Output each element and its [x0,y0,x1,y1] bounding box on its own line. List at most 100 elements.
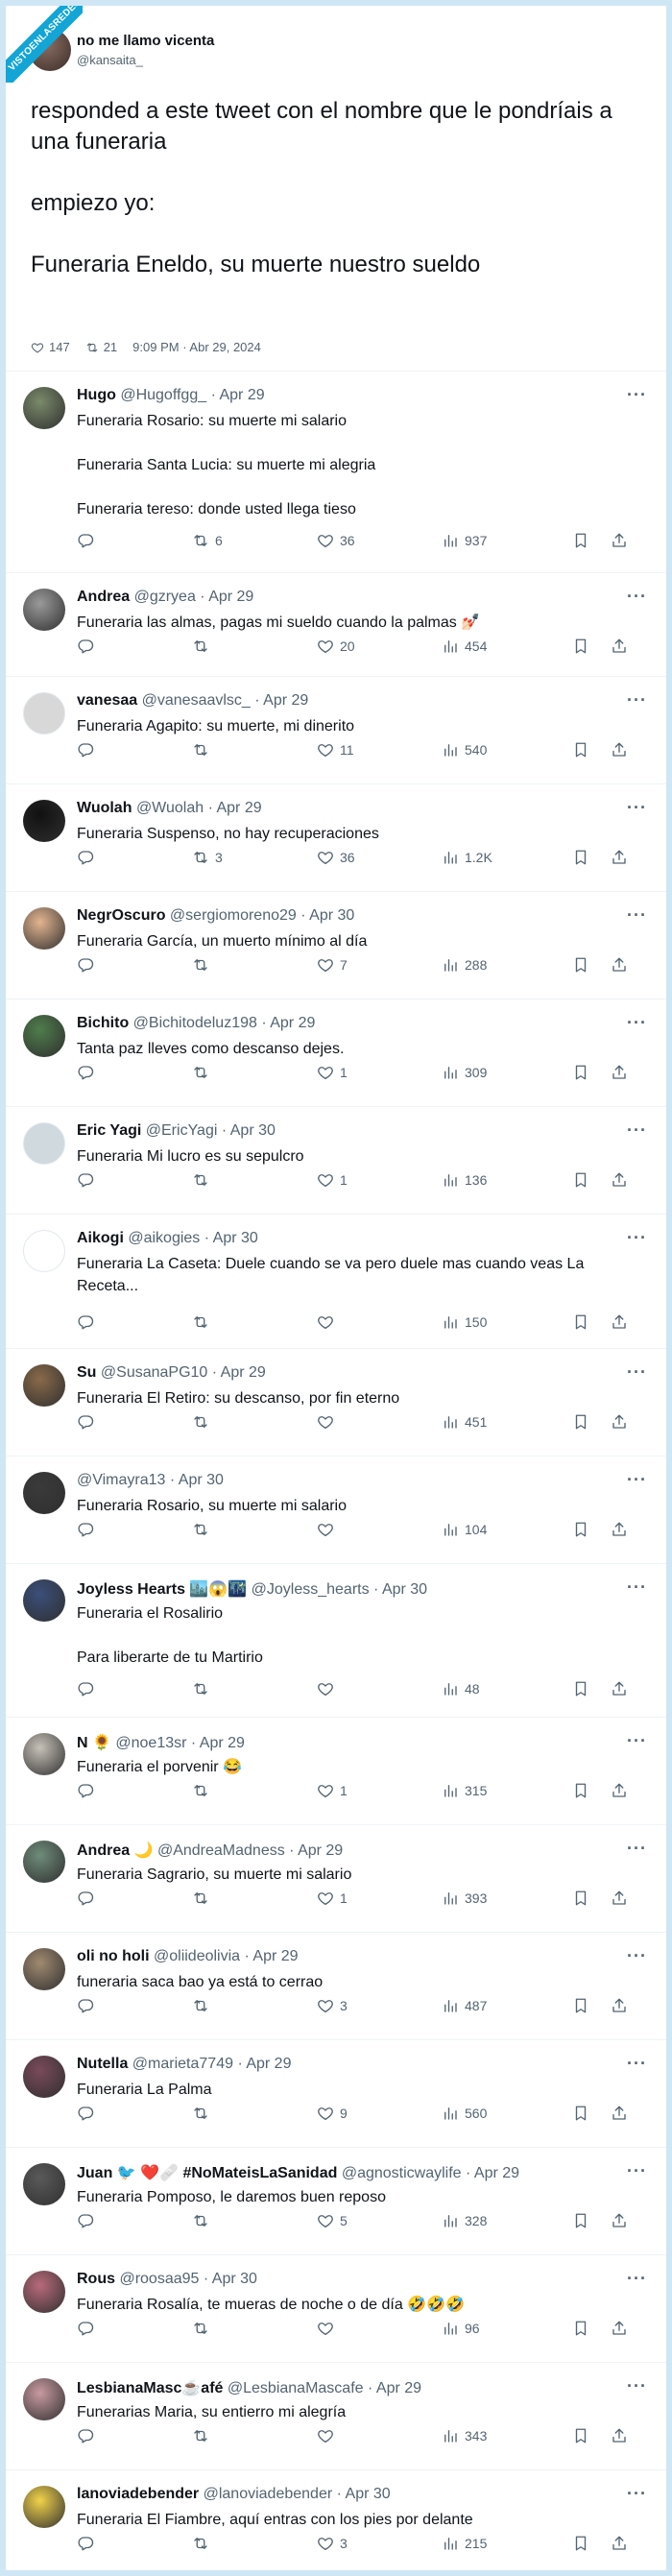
author-handle[interactable]: @AndreaMadness [157,1842,285,1859]
reply-button[interactable] [77,1064,192,1081]
share-button[interactable] [611,2212,639,2229]
share-button[interactable] [611,638,639,655]
like-button[interactable]: 3 [317,2535,442,2552]
reply-date[interactable]: · Apr 29 [200,589,253,605]
avatar[interactable] [23,2486,65,2528]
author-name[interactable]: Juan 🐦 ❤️🩹 #NoMateisLaSanidad [77,2165,337,2181]
reply-tweet[interactable]: Bichito @Bichitodeluz198 · Apr 29 ··· Tant… [6,999,666,1106]
bookmark-button[interactable] [572,1413,611,1431]
author-handle[interactable]: @lanoviadebender [204,2486,333,2502]
views-button[interactable]: 487 [442,1997,572,2014]
author-name[interactable]: Su [77,1364,96,1381]
reply-button[interactable] [77,1413,192,1431]
views-button[interactable]: 393 [442,1890,572,1907]
avatar[interactable] [23,2056,65,2098]
retweet-button[interactable] [192,2212,317,2229]
more-icon[interactable]: ··· [627,1577,647,1598]
retweet-button[interactable] [192,1521,317,1538]
retweet-button[interactable] [192,2427,317,2444]
share-button[interactable] [611,849,639,866]
reply-date[interactable]: · Apr 30 [204,1230,258,1246]
reply-date[interactable]: · Apr 29 [466,2165,519,2181]
reply-tweet[interactable]: vanesaa @vanesaavlsc_ · Apr 29 ··· Funerar… [6,676,666,783]
views-button[interactable]: 1.2K [442,849,572,866]
reply-date[interactable]: · Apr 30 [373,1581,427,1598]
reply-date[interactable]: · Apr 30 [337,2486,391,2502]
reply-button[interactable] [77,1171,192,1189]
reply-button[interactable] [77,741,192,758]
avatar[interactable] [23,692,65,734]
more-icon[interactable]: ··· [627,385,647,405]
avatar[interactable] [23,1841,65,1883]
retweet-button[interactable] [192,1064,317,1081]
author-name[interactable]: Andrea [77,589,130,605]
reply-tweet[interactable]: LesbianaMasc☕afé @LesbianaMascafe · Apr … [6,2362,666,2469]
like-button[interactable]: 36 [317,849,442,866]
views-button[interactable]: 454 [442,638,572,655]
more-icon[interactable]: ··· [627,1946,647,1966]
reply-date[interactable]: · Apr 29 [261,1015,315,1031]
reply-tweet[interactable]: Aikogi @aikogies · Apr 30 ··· Funeraria La… [6,1214,666,1348]
reply-date[interactable]: · Apr 29 [254,692,308,709]
bookmark-button[interactable] [572,2320,611,2337]
reply-tweet[interactable]: lanoviadebender @lanoviadebender · Apr 3… [6,2469,666,2570]
views-button[interactable]: 315 [442,1782,572,1799]
retweet-button[interactable]: 6 [192,532,317,549]
like-button[interactable]: 3 [317,1997,442,2014]
bookmark-button[interactable] [572,741,611,758]
timestamp[interactable]: 9:09 PM · Abr 29, 2024 [132,340,261,354]
share-button[interactable] [611,1890,639,1907]
bookmark-button[interactable] [572,1680,611,1697]
like-button[interactable] [317,1413,442,1431]
author-handle[interactable]: @noe13sr [115,1735,186,1751]
reply-button[interactable] [77,638,192,655]
author-handle[interactable]: @sergiomoreno29 [170,907,297,924]
more-icon[interactable]: ··· [627,2376,647,2396]
author-handle[interactable]: @oliideolivia [154,1948,240,1964]
author-handle[interactable]: @SusanaPG10 [101,1364,207,1381]
bookmark-button[interactable] [572,1064,611,1081]
reply-tweet[interactable]: Juan 🐦 ❤️🩹 #NoMateisLaSanidad @agnosticw… [6,2147,666,2254]
avatar[interactable] [23,2378,65,2420]
avatar[interactable] [23,589,65,631]
more-icon[interactable]: ··· [627,1731,647,1751]
share-button[interactable] [611,1413,639,1431]
reply-button[interactable] [77,1890,192,1907]
views-button[interactable]: 343 [442,2427,572,2444]
like-button[interactable]: 11 [317,741,442,758]
bookmark-button[interactable] [572,1890,611,1907]
retweet-button[interactable] [192,1413,317,1431]
reply-button[interactable] [77,2105,192,2122]
views-button[interactable]: 540 [442,741,572,758]
author-name[interactable]: lanoviadebender [77,2486,199,2502]
author-handle[interactable]: @kansaita_ [77,53,143,67]
retweet-button[interactable]: 3 [192,849,317,866]
avatar[interactable] [23,1364,65,1407]
reply-button[interactable] [77,2212,192,2229]
avatar[interactable] [23,1472,65,1514]
reply-tweet[interactable]: Rous @roosaa95 · Apr 30 ··· Funeraria Rosa… [6,2254,666,2362]
retweet-button[interactable] [192,1680,317,1697]
author-handle[interactable]: @EricYagi [146,1122,218,1139]
avatar[interactable] [23,1015,65,1057]
reply-date[interactable]: · Apr 30 [300,907,354,924]
views-button[interactable]: 215 [442,2535,572,2552]
share-button[interactable] [611,956,639,974]
author-handle[interactable]: @vanesaavlsc_ [142,692,251,709]
views-button[interactable]: 288 [442,956,572,974]
more-icon[interactable]: ··· [627,690,647,710]
views-button[interactable]: 96 [442,2320,572,2337]
author-handle[interactable]: @gzryea [134,589,196,605]
retweet-button[interactable] [192,1997,317,2014]
reply-date[interactable]: · Apr 29 [237,2056,291,2072]
reply-button[interactable] [77,2320,192,2337]
like-button[interactable] [317,2427,442,2444]
share-button[interactable] [611,532,639,549]
reply-tweet[interactable]: Eric Yagi @EricYagi · Apr 30 ··· Funeraria… [6,1106,666,1214]
bookmark-button[interactable] [572,2105,611,2122]
reply-tweet[interactable]: Joyless Hearts 🏙️😱🌃 @Joyless_hearts · Ap… [6,1563,666,1717]
reply-button[interactable] [77,1680,192,1697]
bookmark-button[interactable] [572,1171,611,1189]
avatar[interactable] [23,2271,65,2313]
retweet-button[interactable] [192,741,317,758]
